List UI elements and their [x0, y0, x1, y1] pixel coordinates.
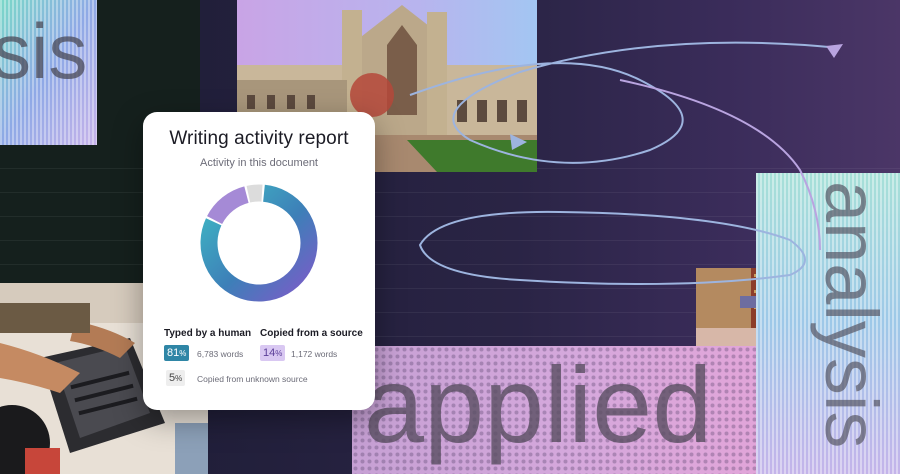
donut-slice	[207, 186, 249, 225]
card-subtitle: Activity in this document	[200, 157, 318, 169]
card-title: Writing activity report	[169, 128, 349, 149]
decorative-arrow-path	[409, 41, 843, 285]
copied-label: Copied from a source	[260, 328, 363, 339]
typed-label: Typed by a human	[164, 328, 252, 339]
copied-words: 1,172 words	[291, 349, 338, 359]
typed-badge: 81%	[164, 345, 190, 361]
activity-donut-chart	[200, 184, 318, 302]
copied-badge: 14%	[260, 345, 286, 361]
unknown-badge: 5%	[166, 370, 186, 386]
donut-slice	[246, 184, 263, 203]
writing-activity-card: Writing activity report Activity in this…	[143, 112, 375, 410]
arrow-head-icon	[510, 134, 527, 150]
unknown-label: Copied from unknown source	[197, 374, 308, 384]
arrow-head-icon	[826, 44, 843, 58]
typed-words: 6,783 words	[197, 349, 244, 359]
